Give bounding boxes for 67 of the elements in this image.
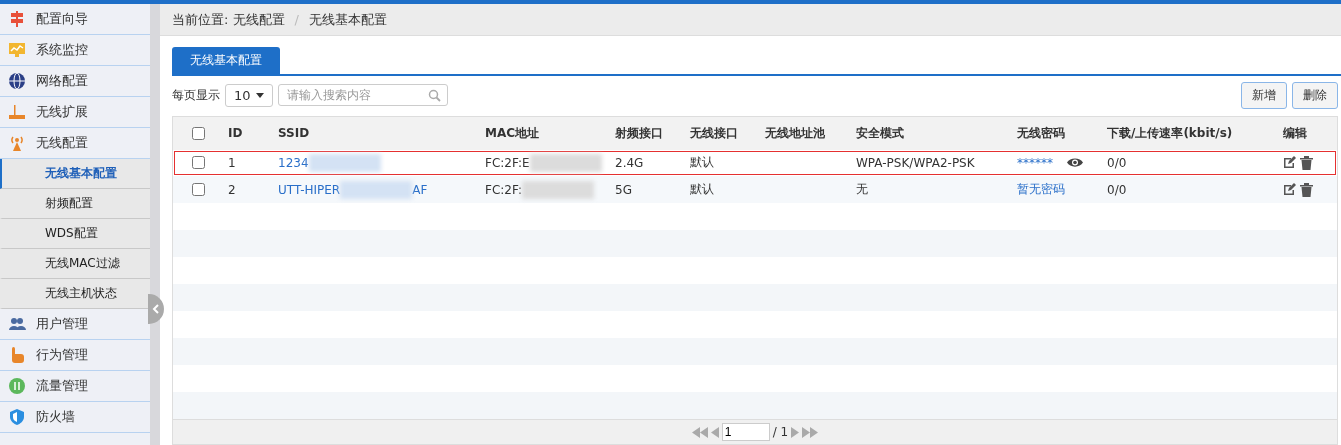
column-header: 编辑 <box>1283 124 1308 142</box>
trash-icon[interactable] <box>1300 155 1313 170</box>
table-cell: FC:2F: <box>485 182 522 197</box>
redaction-blur <box>522 180 594 199</box>
table-cell-text: 2.4G <box>615 155 645 170</box>
sidebar-subitem[interactable]: 无线MAC过滤 <box>0 249 150 279</box>
table-cell-text: 2 <box>228 182 237 197</box>
collapse-handle[interactable] <box>148 294 164 324</box>
table-cell-text: 0/0 <box>1107 155 1128 170</box>
sidebar-item[interactable]: 流量管理 <box>0 371 150 402</box>
add-button[interactable]: 新增 <box>1241 81 1287 109</box>
table-cell-text: 默认 <box>690 154 715 172</box>
page-total: / 1 <box>772 425 789 439</box>
shield-icon <box>8 408 26 426</box>
page-size-label: 每页显示 <box>172 86 220 104</box>
column-header: 安全模式 <box>856 124 905 142</box>
ssid-link[interactable]: 1234 <box>278 155 309 170</box>
sidebar-item[interactable]: 系统监控 <box>0 35 150 66</box>
trash-icon[interactable] <box>1300 182 1313 197</box>
sidebar-subitem[interactable]: WDS配置 <box>0 219 150 249</box>
breadcrumb-separator: / <box>294 12 299 27</box>
table-cell-text: 无 <box>856 181 869 199</box>
breadcrumb-path: 当前位置: 无线配置 <box>172 10 285 29</box>
column-header: 射频接口 <box>615 124 664 142</box>
column-header: 无线密码 <box>1017 124 1066 142</box>
sidebar-subitem[interactable]: 无线基本配置 <box>0 159 150 189</box>
masked-password: ****** <box>1017 155 1053 170</box>
monitor-icon <box>8 41 26 59</box>
delete-button[interactable]: 删除 <box>1292 81 1338 109</box>
column-header: ID <box>228 126 244 141</box>
breadcrumb-current: 无线基本配置 <box>308 10 387 29</box>
sidebar-item[interactable]: 防火墙 <box>0 402 150 433</box>
users-icon <box>8 315 26 333</box>
signpost-icon <box>8 10 26 28</box>
tab[interactable]: 无线基本配置 <box>172 47 280 74</box>
ssid-link[interactable]: UTT-HIPER <box>278 182 341 197</box>
table-cell: FC:2F:E <box>485 155 530 170</box>
column-header: 下载/上传速率(kbit/s) <box>1107 124 1234 142</box>
search-field[interactable]: 请输入搜索内容 <box>277 84 448 106</box>
table-cell-text: 1 <box>228 155 237 170</box>
page-input[interactable]: 1 <box>721 423 770 441</box>
row-checkbox[interactable] <box>192 183 205 197</box>
no-password-link[interactable]: 暂无密码 <box>1017 181 1065 199</box>
sidebar-item[interactable]: 网络配置 <box>0 66 150 97</box>
table-cell-text: 默认 <box>690 181 715 199</box>
select-all-checkbox[interactable] <box>192 126 205 140</box>
column-header: SSID <box>278 126 311 141</box>
search-icon <box>427 89 441 102</box>
row-checkbox[interactable] <box>192 156 205 170</box>
router-icon <box>8 103 26 121</box>
column-header: 无线地址池 <box>765 124 826 142</box>
globe-icon <box>8 72 26 90</box>
edit-icon[interactable] <box>1283 155 1296 169</box>
caret-icon <box>255 92 264 98</box>
page-size-select[interactable]: 10 <box>225 83 273 107</box>
sidebar-subitem[interactable]: 射频配置 <box>0 189 150 219</box>
antenna-icon <box>8 134 26 152</box>
edit-icon[interactable] <box>1283 182 1296 196</box>
table-cell-text: WPA-PSK/WPA2-PSK <box>856 155 976 170</box>
sidebar-subitem[interactable]: 无线主机状态 <box>0 279 150 309</box>
column-header: 无线接口 <box>690 124 739 142</box>
flow-icon <box>8 377 26 395</box>
eye-icon[interactable] <box>1067 157 1083 169</box>
column-header: MAC地址 <box>485 124 541 142</box>
table-cell-text: 5G <box>615 182 633 197</box>
ssid-link[interactable]: AF <box>412 182 428 197</box>
table-cell-text: 0/0 <box>1107 182 1128 197</box>
